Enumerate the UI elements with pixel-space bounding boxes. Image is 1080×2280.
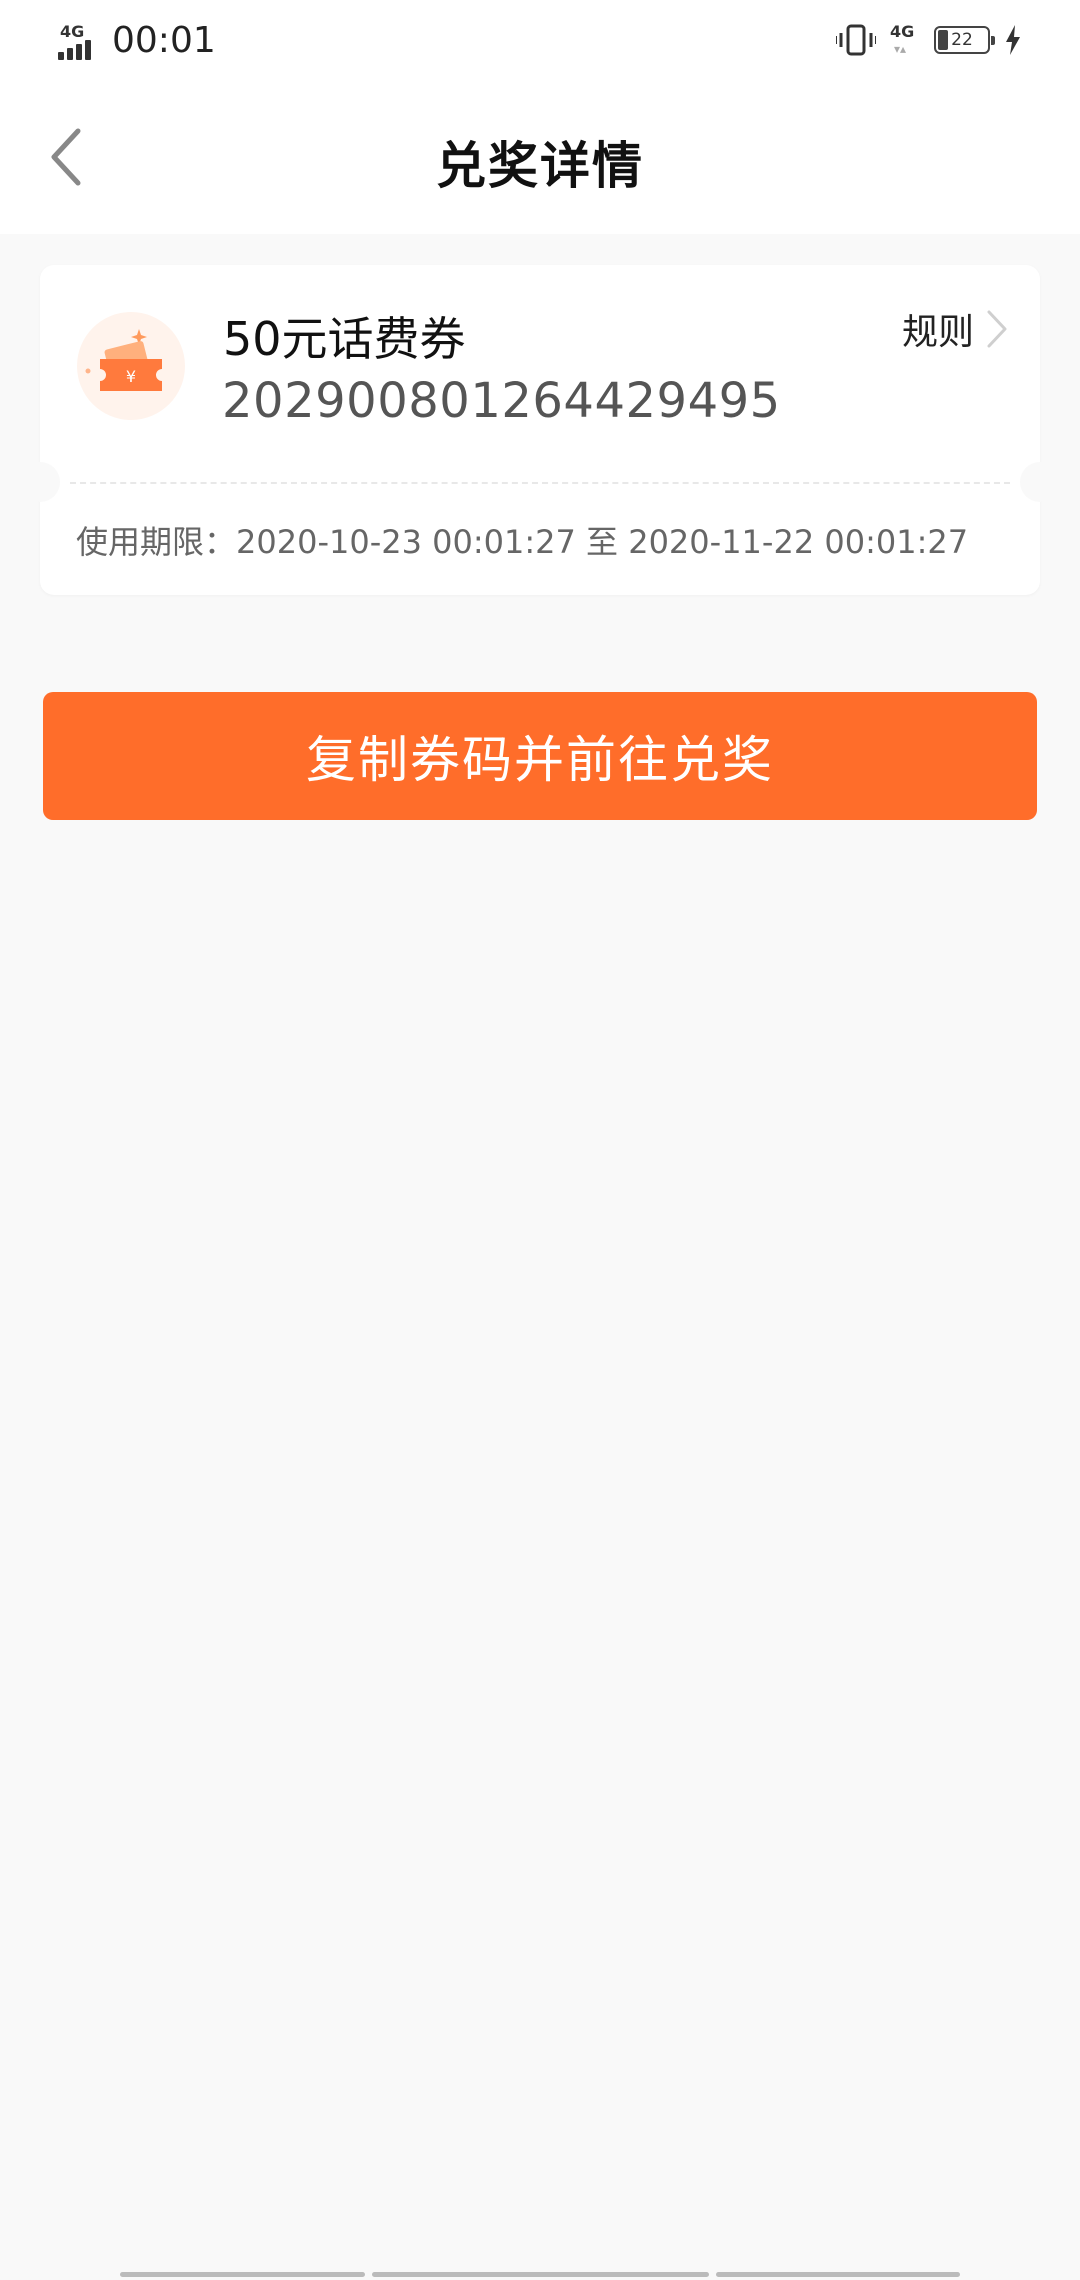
svg-text:¥: ¥ <box>126 367 136 386</box>
coupon-ticket-icon: ¥ <box>77 312 185 420</box>
battery-icon: 22 <box>934 26 995 54</box>
coupon-code: 202900801264429495 <box>222 373 781 429</box>
rules-link[interactable]: 规则 <box>902 303 1010 355</box>
page-title: 兑奖详情 <box>436 137 644 195</box>
gesture-nav-indicator <box>0 2268 1080 2280</box>
vibrate-icon <box>836 24 876 56</box>
coupon-name: 50元话费券 <box>223 312 466 366</box>
data-arrows-icon: ▾▴ <box>894 42 907 56</box>
network-icon: 4G ▾▴ <box>890 22 920 58</box>
network-type-left: 4G <box>60 21 85 41</box>
card-divider <box>70 482 1010 484</box>
chevron-right-icon <box>987 310 1007 348</box>
copy-code-redeem-button[interactable]: 复制券码并前往兑奖 <box>43 692 1037 820</box>
status-left: 4G 00:01 <box>58 20 216 61</box>
battery-level: 22 <box>951 30 973 50</box>
status-right: 4G ▾▴ 22 <box>836 22 1022 58</box>
signal-icon: 4G <box>58 22 100 60</box>
card-notch-left <box>20 462 60 502</box>
network-type-right: 4G <box>890 22 915 41</box>
card-notch-right <box>1020 462 1060 502</box>
validity-period: 使用期限：2020-10-23 00:01:27 至 2020-11-22 00… <box>76 523 969 561</box>
status-bar: 4G 00:01 4G ▾▴ 22 <box>0 0 1080 86</box>
charging-bolt-icon <box>1006 25 1020 55</box>
top-bar: 兑奖详情 <box>0 86 1080 234</box>
rules-label: 规则 <box>901 312 974 353</box>
coupon-card: ¥ 50元话费券 202900801264429495 规则 使用期限：2020… <box>20 265 1060 595</box>
status-time: 00:01 <box>112 20 216 61</box>
